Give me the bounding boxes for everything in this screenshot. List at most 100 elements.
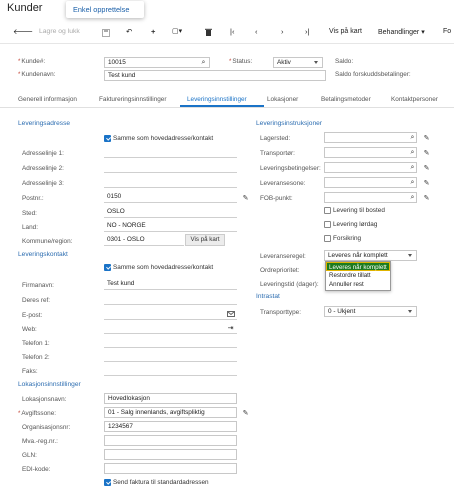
tab-delivery[interactable]: Leveringsinnstillinger (187, 96, 247, 103)
save-close-button[interactable]: Lagre og lukk (39, 28, 80, 35)
saturday-delivery-checkbox[interactable] (324, 221, 331, 228)
company-name-field[interactable]: Test kund (104, 279, 237, 290)
fax-field[interactable] (104, 365, 237, 376)
vat-number-field[interactable] (104, 435, 237, 446)
transport-type-label: Transporttype: (260, 309, 301, 316)
insurance-checkbox[interactable] (324, 235, 331, 242)
same-address-checkbox[interactable] (104, 135, 111, 142)
search-icon[interactable]: ⌕ (408, 163, 417, 172)
delivery-terms-label: Leveringsbetingelser: (260, 165, 321, 172)
dropdown-option[interactable]: Leveres når komplett (326, 262, 390, 271)
city-label: Sted: (22, 210, 37, 217)
edit-icon[interactable]: ✎ (422, 193, 431, 202)
city-field[interactable]: OSLO (104, 207, 237, 218)
dropdown-option[interactable]: Restordre tillatt (326, 271, 390, 280)
tax-zone-field[interactable]: 01 - Salg innenlands, avgiftspliktig (104, 407, 237, 418)
search-icon[interactable]: ⌕ (408, 148, 417, 157)
prepayment-balance-label: Saldo forskuddsbetalinger: (335, 71, 411, 78)
first-record-icon[interactable]: |‹ (230, 27, 234, 36)
edit-icon[interactable]: ✎ (422, 133, 431, 142)
active-tab-indicator (180, 105, 264, 107)
delivery-rule-select[interactable]: Leveres når komplett (324, 250, 417, 261)
lead-time-label: Leveringstid (dager): (260, 281, 319, 288)
org-number-label: Organisasjonsnr: (22, 424, 71, 431)
gln-field[interactable] (104, 449, 237, 460)
tab-payment-methods[interactable]: Betalingsmetoder (321, 96, 371, 103)
balance-label: Saldo: (335, 58, 354, 65)
fob-point-field[interactable] (324, 192, 417, 203)
edit-icon[interactable]: ✎ (422, 148, 431, 157)
phone2-field[interactable] (104, 351, 237, 362)
tab-bar-line (0, 107, 454, 108)
phone2-label: Telefon 2: (22, 354, 50, 361)
web-field[interactable] (104, 323, 237, 334)
web-label: Web: (22, 326, 37, 333)
more-menu[interactable]: Fo (443, 28, 451, 35)
edit-icon[interactable]: ✎ (241, 408, 250, 417)
municipality-field[interactable]: 0301 - OSLO (104, 235, 184, 246)
edi-code-label: EDI-kode: (22, 466, 51, 473)
carrier-field[interactable] (324, 147, 417, 158)
residential-delivery-checkbox[interactable] (324, 207, 331, 214)
edit-icon[interactable]: ✎ (422, 163, 431, 172)
location-name-label: Lokasjonsnavn: (22, 396, 67, 403)
email-field[interactable] (104, 309, 237, 320)
mail-icon[interactable] (226, 309, 235, 318)
previous-record-icon[interactable]: ‹ (255, 27, 258, 36)
municipality-label: Kommune/region: (22, 238, 73, 245)
edit-icon[interactable]: ✎ (422, 178, 431, 187)
copy-paste-icon[interactable]: ▢▾ (172, 27, 182, 35)
tab-general[interactable]: Generell informasjon (18, 96, 77, 103)
last-record-icon[interactable]: ›| (305, 27, 309, 36)
delivery-terms-field[interactable] (324, 162, 417, 173)
search-icon[interactable]: ⌕ (199, 58, 208, 67)
show-on-map-inline-button[interactable]: Vis på kart (185, 234, 225, 246)
open-link-icon[interactable]: ⇥ (226, 323, 235, 332)
postal-code-field[interactable]: 0150 (104, 192, 237, 203)
delete-icon[interactable] (204, 27, 213, 36)
delivery-contact-title: Leveringskontakt (18, 251, 68, 258)
location-name-field[interactable]: Hovedlokasjon (104, 393, 237, 404)
customer-field[interactable]: 10015 (104, 57, 210, 68)
warehouse-field[interactable] (324, 132, 417, 143)
phone1-field[interactable] (104, 337, 237, 348)
tab-contacts[interactable]: Kontaktpersoner (391, 96, 438, 103)
customer-name-field[interactable]: Test kund (104, 70, 326, 81)
add-icon[interactable]: + (151, 27, 155, 36)
next-record-icon[interactable]: › (281, 27, 284, 36)
residential-delivery-label: Levering til bosted (333, 207, 385, 214)
address-line2-field[interactable] (104, 162, 237, 173)
country-label: Land: (22, 224, 38, 231)
org-number-field[interactable]: 1234567 (104, 421, 237, 432)
same-contact-checkbox[interactable] (104, 264, 111, 271)
search-icon[interactable]: ⌕ (408, 178, 417, 187)
send-invoice-checkbox[interactable] (104, 479, 111, 486)
dropdown-option[interactable]: Annuller rest (326, 280, 390, 289)
address-line1-field[interactable] (104, 147, 237, 158)
country-field[interactable]: NO - NORGE (104, 221, 237, 232)
order-priority-label: Ordreprioritet: (260, 267, 300, 274)
status-select[interactable]: Aktiv (273, 57, 323, 68)
attention-field[interactable] (104, 294, 237, 305)
search-icon[interactable]: ⌕ (408, 133, 417, 142)
vat-number-label: Mva.-reg.nr.: (22, 438, 58, 445)
show-on-map-button[interactable]: Vis på kart (329, 28, 362, 35)
tab-locations[interactable]: Lokasjoner (267, 96, 298, 103)
warehouse-label: Lagersted: (260, 135, 291, 142)
undo-icon[interactable]: ↶ (126, 27, 132, 36)
saturday-delivery-label: Levering lørdag (333, 221, 378, 228)
actions-menu[interactable]: Behandlinger ▾ (378, 28, 425, 36)
address-line3-field[interactable] (104, 177, 237, 188)
tab-invoicing[interactable]: Faktureringsinnstillinger (99, 96, 167, 103)
email-label: E-post: (22, 312, 43, 319)
address-line1-label: Adresselinje 1: (22, 150, 64, 157)
back-icon[interactable]: 🡐 (13, 27, 33, 36)
edi-code-field[interactable] (104, 463, 237, 474)
transport-type-select[interactable]: 0 - Ukjent (324, 306, 417, 317)
search-icon[interactable]: ⌕ (408, 193, 417, 202)
edit-icon[interactable]: ✎ (241, 193, 250, 202)
location-settings-title: Lokasjonsinnstillinger (18, 381, 81, 388)
tooltip: Enkel opprettelse (66, 1, 144, 18)
delivery-zone-field[interactable] (324, 177, 417, 188)
save-icon[interactable] (101, 28, 110, 37)
